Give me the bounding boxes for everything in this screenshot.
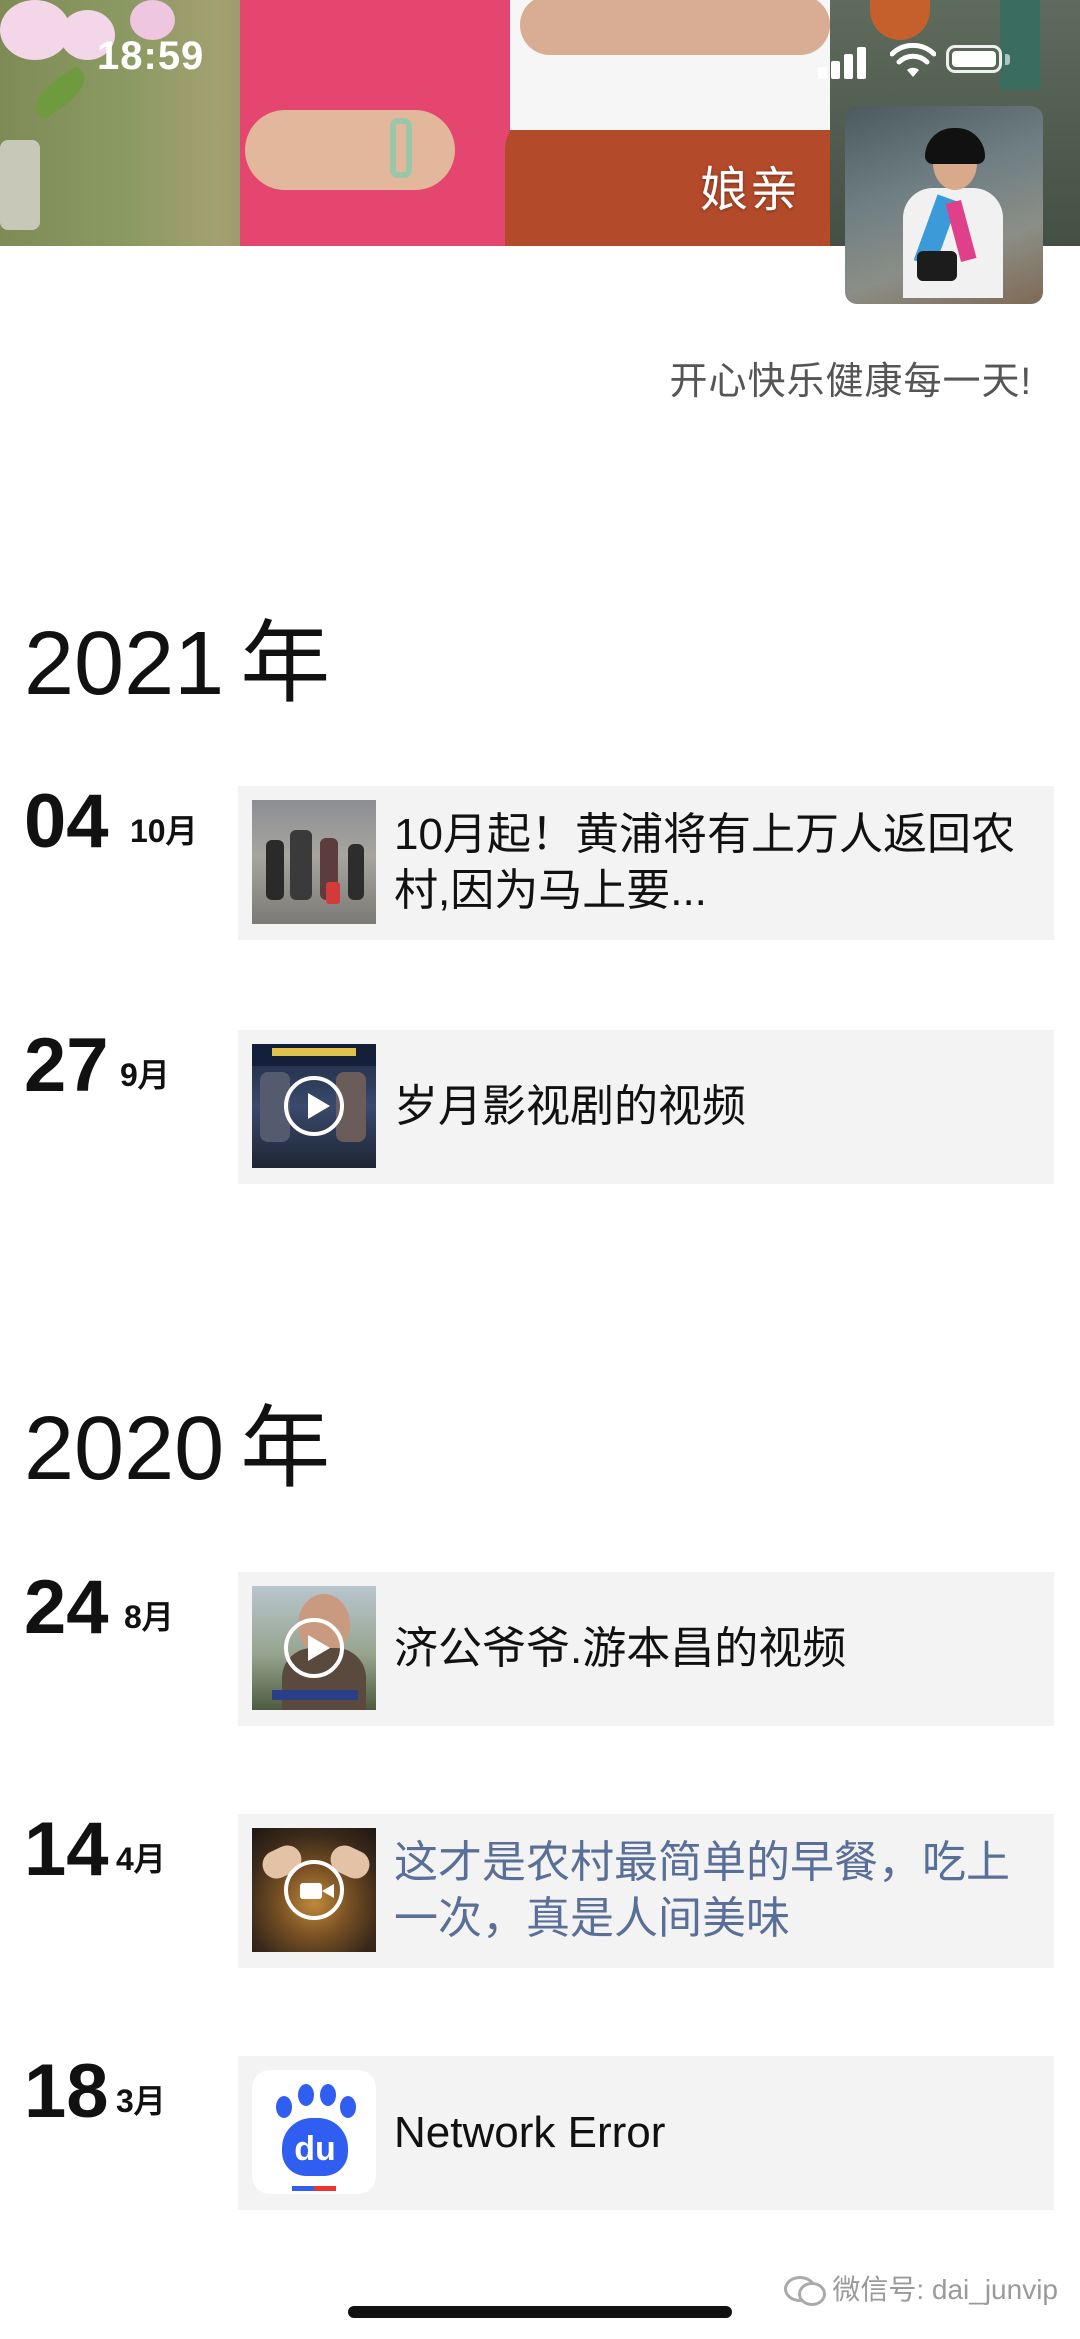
shared-link-card[interactable]: du Network Error bbox=[238, 2056, 1054, 2210]
year-number: 2021 bbox=[24, 614, 225, 714]
entry-day: 27 bbox=[24, 1023, 109, 1108]
timeline-entry: 18 3月 du Network Error bbox=[0, 2049, 1080, 2210]
shared-video-card[interactable]: 济公爷爷.游本昌的视频 bbox=[238, 1572, 1054, 1726]
wifi-icon bbox=[890, 43, 936, 77]
entry-month: 3月 bbox=[116, 2083, 166, 2119]
video-thumbnail bbox=[252, 1828, 376, 1952]
entry-month: 4月 bbox=[116, 1841, 166, 1877]
status-icons bbox=[818, 43, 1058, 79]
entry-day: 14 bbox=[24, 1807, 109, 1892]
shared-article-card[interactable]: 10月起！黄浦将有上万人返回农村,因为马上要... bbox=[238, 786, 1054, 940]
watermark: 微信号: dai_junvip bbox=[784, 2268, 1058, 2308]
watermark-text: 微信号: dai_junvip bbox=[832, 2274, 1058, 2305]
article-thumbnail bbox=[252, 800, 376, 924]
video-title-link[interactable]: 这才是农村最简单的早餐，吃上一次，真是人间美味 bbox=[394, 1814, 1034, 1968]
year-heading: 2021 年 bbox=[24, 590, 330, 720]
profile-avatar[interactable] bbox=[845, 106, 1043, 304]
leaf-decor bbox=[27, 65, 93, 121]
timeline-entry: 14 4月 这才是农村最简单的早餐，吃上一次，真是人间美味 bbox=[0, 1807, 1080, 1968]
entry-month: 10月 bbox=[130, 813, 198, 849]
entry-day: 24 bbox=[24, 1565, 109, 1650]
cover-bracelet bbox=[390, 118, 412, 178]
play-icon bbox=[284, 1618, 344, 1678]
profile-nickname: 娘亲 bbox=[700, 164, 801, 217]
year-number: 2020 bbox=[24, 1399, 225, 1499]
video-title: 济公爷爷.游本昌的视频 bbox=[394, 1624, 847, 1673]
shared-video-card[interactable]: 这才是农村最简单的早餐，吃上一次，真是人间美味 bbox=[238, 1814, 1054, 1968]
battery-tip-icon bbox=[1005, 54, 1010, 65]
baidu-logo-text: du bbox=[282, 2118, 348, 2176]
shared-video-card[interactable]: 岁月影视剧的视频 bbox=[238, 1030, 1054, 1184]
entry-month: 9月 bbox=[120, 1057, 170, 1093]
timeline-entry: 27 9月 岁月影视剧的视频 bbox=[0, 1023, 1080, 1184]
baidu-logo-icon: du bbox=[252, 2070, 376, 2194]
home-indicator[interactable] bbox=[348, 2306, 732, 2318]
cover-arm bbox=[245, 110, 455, 190]
entry-day: 04 bbox=[24, 779, 109, 864]
year-unit: 年 bbox=[240, 1399, 331, 1499]
video-thumbnail bbox=[252, 1586, 376, 1710]
profile-signature: 开心快乐健康每一天! bbox=[669, 361, 1032, 403]
wechat-icon bbox=[784, 2272, 827, 2306]
timeline-entry: 24 8月 济公爷爷.游本昌的视频 bbox=[0, 1565, 1080, 1726]
status-time: 18:59 bbox=[97, 34, 205, 78]
battery-icon bbox=[946, 45, 1002, 73]
video-camera-icon bbox=[284, 1860, 344, 1920]
video-thumbnail bbox=[252, 1044, 376, 1168]
entry-month: 8月 bbox=[124, 1599, 174, 1635]
cover-arm bbox=[520, 0, 830, 55]
timeline-entry: 04 10月 10月起！黄浦将有上万人返回农村,因为马上要... bbox=[0, 779, 1080, 940]
play-icon bbox=[284, 1076, 344, 1136]
entry-day: 18 bbox=[24, 2049, 109, 2134]
year-unit: 年 bbox=[240, 614, 331, 714]
article-title: 10月起！黄浦将有上万人返回农村,因为马上要... bbox=[394, 810, 1015, 915]
video-title: 岁月影视剧的视频 bbox=[394, 1082, 746, 1131]
link-title: Network Error bbox=[394, 2108, 666, 2157]
year-heading: 2020 年 bbox=[24, 1375, 330, 1505]
vase-decor bbox=[0, 140, 40, 230]
